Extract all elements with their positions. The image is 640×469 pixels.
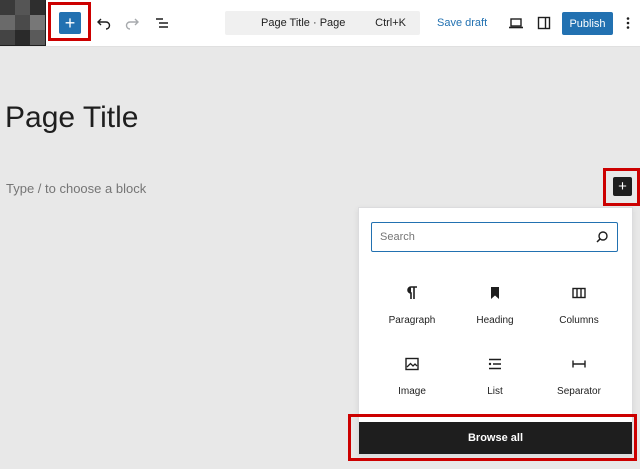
sidebar-panel-icon bbox=[537, 16, 551, 30]
block-item-label: Image bbox=[398, 386, 426, 397]
quick-inserter-popover: Paragraph Heading Columns Image List Sep bbox=[358, 207, 633, 455]
editor-toolbar: + Page Title · Page Ctrl+K Save draft Pu… bbox=[0, 0, 640, 47]
document-title: Page Title · Page bbox=[261, 17, 346, 29]
undo-icon bbox=[97, 18, 111, 30]
redo-button[interactable] bbox=[121, 12, 143, 34]
document-overview-button[interactable] bbox=[151, 12, 173, 34]
preview-button[interactable] bbox=[505, 12, 527, 34]
block-item-columns[interactable]: Columns bbox=[539, 283, 619, 339]
block-item-paragraph[interactable]: Paragraph bbox=[372, 283, 452, 339]
redo-icon bbox=[125, 18, 139, 30]
block-item-label: Columns bbox=[559, 315, 599, 326]
heading-icon bbox=[491, 287, 499, 299]
toggle-block-inserter-button[interactable]: + bbox=[59, 12, 81, 34]
block-item-image[interactable]: Image bbox=[372, 354, 452, 410]
search-icon bbox=[596, 231, 608, 243]
undo-button[interactable] bbox=[93, 12, 115, 34]
block-search-field[interactable] bbox=[371, 222, 618, 252]
block-search-input[interactable] bbox=[380, 229, 585, 245]
block-item-list[interactable]: List bbox=[455, 354, 535, 410]
block-item-label: Heading bbox=[476, 315, 514, 326]
block-item-label: Paragraph bbox=[388, 315, 436, 326]
plus-icon: + bbox=[618, 178, 627, 195]
plus-icon: + bbox=[64, 13, 76, 33]
options-menu-button[interactable] bbox=[620, 12, 636, 34]
separator-icon bbox=[572, 360, 586, 368]
page-title[interactable]: Page Title bbox=[5, 101, 138, 135]
browse-all-button[interactable]: Browse all bbox=[359, 422, 632, 454]
block-item-label: Separator bbox=[557, 386, 601, 397]
block-item-heading[interactable]: Heading bbox=[455, 283, 535, 339]
settings-panel-button[interactable] bbox=[533, 12, 555, 34]
block-placeholder[interactable]: Type / to choose a block bbox=[6, 181, 146, 196]
list-icon bbox=[488, 358, 501, 370]
publish-button[interactable]: Publish bbox=[562, 12, 613, 35]
block-item-separator[interactable]: Separator bbox=[539, 354, 619, 410]
command-shortcut: Ctrl+K bbox=[375, 17, 406, 29]
columns-icon bbox=[572, 287, 586, 299]
command-palette-bar[interactable]: Page Title · Page Ctrl+K bbox=[225, 11, 420, 35]
image-icon bbox=[405, 357, 419, 371]
inline-block-inserter-button[interactable]: + bbox=[613, 177, 632, 196]
more-vertical-icon bbox=[626, 17, 630, 29]
paragraph-icon bbox=[407, 286, 417, 299]
list-view-icon bbox=[156, 18, 168, 28]
site-logo-icon[interactable] bbox=[0, 0, 46, 46]
save-draft-button[interactable]: Save draft bbox=[437, 17, 487, 29]
desktop-preview-icon bbox=[509, 18, 523, 29]
block-item-label: List bbox=[487, 386, 503, 397]
